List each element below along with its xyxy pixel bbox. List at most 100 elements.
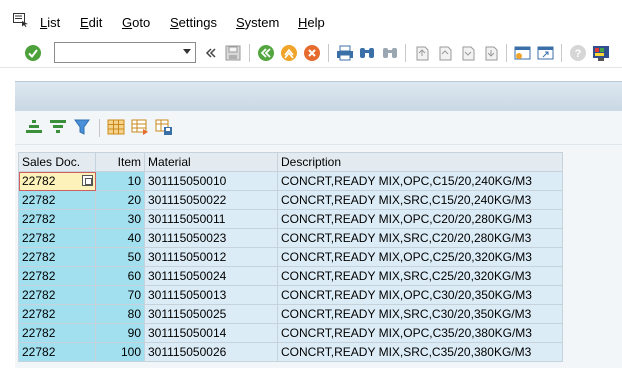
save-icon[interactable]: [224, 44, 242, 62]
item-cell[interactable]: 20: [95, 190, 145, 210]
enter-icon[interactable]: [24, 44, 42, 62]
exit-icon[interactable]: [280, 44, 298, 62]
table-row[interactable]: 22782 80 301115050025 CONCRT,READY MIX,SRC,…: [18, 304, 563, 324]
last-page-icon[interactable]: [482, 44, 500, 62]
item-cell[interactable]: 50: [95, 247, 145, 267]
help-icon[interactable]: ?: [569, 44, 587, 62]
table-row[interactable]: 22782 20 301115050022 CONCRT,READY MIX,SRC,…: [18, 190, 563, 210]
sales-doc-cell[interactable]: 22782: [18, 304, 96, 324]
sales-doc-cell[interactable]: 22782: [18, 190, 96, 210]
menu-list[interactable]: List: [40, 15, 60, 30]
column-header-description[interactable]: Description: [277, 152, 563, 172]
save-layout-icon[interactable]: [155, 119, 173, 135]
material-cell-value: 301115050024: [148, 269, 227, 283]
column-header-sales-doc[interactable]: Sales Doc.: [18, 152, 96, 172]
select-layout-icon[interactable]: [131, 119, 149, 135]
value-help-icon[interactable]: [82, 175, 93, 186]
sort-descending-icon[interactable]: [49, 119, 67, 135]
item-cell[interactable]: 30: [95, 209, 145, 229]
sales-doc-cell[interactable]: 22782: [18, 323, 96, 343]
description-cell[interactable]: CONCRT,READY MIX,SRC,C35/20,380KG/M3: [277, 342, 563, 362]
item-cell[interactable]: 100: [95, 342, 145, 362]
chevron-left-double-icon[interactable]: [202, 44, 220, 62]
first-page-icon[interactable]: [413, 44, 431, 62]
sort-ascending-icon[interactable]: [25, 119, 43, 135]
material-cell[interactable]: 301115050022: [144, 190, 278, 210]
menu-help-accel: H: [298, 15, 308, 30]
item-cell[interactable]: 80: [95, 304, 145, 324]
menu-help[interactable]: Help: [298, 15, 325, 30]
menu-system-label: ystem: [244, 15, 280, 30]
sales-doc-cell[interactable]: 22782: [18, 247, 96, 267]
material-cell[interactable]: 301115050014: [144, 323, 278, 343]
shortcut-icon[interactable]: [537, 44, 555, 62]
item-cell[interactable]: 60: [95, 266, 145, 286]
create-session-icon[interactable]: [514, 44, 532, 62]
menu-edit[interactable]: Edit: [80, 15, 102, 30]
material-cell[interactable]: 301115050023: [144, 228, 278, 248]
table-row[interactable]: 22782 50 301115050012 CONCRT,READY MIX,OPC,…: [18, 247, 563, 267]
sales-doc-cell[interactable]: 22782: [18, 171, 96, 191]
item-cell-value: 60: [127, 269, 141, 283]
left-margin: [0, 69, 15, 368]
item-cell[interactable]: 40: [95, 228, 145, 248]
description-cell[interactable]: CONCRT,READY MIX,OPC,C35/20,380KG/M3: [277, 323, 563, 343]
description-cell-value: CONCRT,READY MIX,SRC,C35/20,380KG/M3: [281, 345, 532, 359]
material-cell[interactable]: 301115050025: [144, 304, 278, 324]
previous-page-icon[interactable]: [436, 44, 454, 62]
sales-doc-cell[interactable]: 22782: [18, 209, 96, 229]
menu-system[interactable]: System: [236, 15, 279, 30]
material-cell[interactable]: 301115050010: [144, 171, 278, 191]
table-row[interactable]: 22782 60 301115050024 CONCRT,READY MIX,SRC,…: [18, 266, 563, 286]
sales-doc-cell[interactable]: 22782: [18, 342, 96, 362]
column-header-material[interactable]: Material: [144, 152, 278, 172]
material-cell-value: 301115050010: [148, 174, 227, 188]
material-cell-value: 301115050013: [148, 288, 227, 302]
next-page-icon[interactable]: [459, 44, 477, 62]
change-layout-icon[interactable]: [107, 119, 125, 135]
material-cell[interactable]: 301115050026: [144, 342, 278, 362]
find-next-icon[interactable]: [381, 44, 399, 62]
item-cell[interactable]: 10: [95, 171, 145, 191]
column-header-item[interactable]: Item: [95, 152, 145, 172]
description-cell[interactable]: CONCRT,READY MIX,SRC,C25/20,320KG/M3: [277, 266, 563, 286]
table-row[interactable]: 22782 40 301115050023 CONCRT,READY MIX,SRC,…: [18, 228, 563, 248]
item-cell-value: 70: [127, 288, 141, 302]
material-cell[interactable]: 301115050024: [144, 266, 278, 286]
description-cell[interactable]: CONCRT,READY MIX,OPC,C25/20,320KG/M3: [277, 247, 563, 267]
description-cell[interactable]: CONCRT,READY MIX,SRC,C15/20,240KG/M3: [277, 190, 563, 210]
table-row[interactable]: 22782 10 301115050010 CONCRT,READY MIX,OPC,…: [18, 171, 563, 191]
customize-layout-icon[interactable]: [592, 44, 610, 62]
description-cell[interactable]: CONCRT,READY MIX,OPC,C15/20,240KG/M3: [277, 171, 563, 191]
filter-icon[interactable]: [73, 119, 91, 135]
cancel-icon[interactable]: [303, 44, 321, 62]
sales-doc-cell[interactable]: 22782: [18, 228, 96, 248]
description-cell[interactable]: CONCRT,READY MIX,SRC,C20/20,280KG/M3: [277, 228, 563, 248]
table-row[interactable]: 22782 70 301115050013 CONCRT,READY MIX,OPC,…: [18, 285, 563, 305]
table-row[interactable]: 22782 90 301115050014 CONCRT,READY MIX,OPC,…: [18, 323, 563, 343]
material-cell[interactable]: 301115050011: [144, 209, 278, 229]
menu-goto-accel: G: [122, 15, 133, 30]
find-icon[interactable]: [358, 44, 376, 62]
material-cell[interactable]: 301115050012: [144, 247, 278, 267]
command-field[interactable]: [54, 42, 196, 63]
description-cell[interactable]: CONCRT,READY MIX,SRC,C30/20,350KG/M3: [277, 304, 563, 324]
description-cell-value: CONCRT,READY MIX,OPC,C30/20,350KG/M3: [281, 288, 532, 302]
sales-doc-cell[interactable]: 22782: [18, 266, 96, 286]
description-cell[interactable]: CONCRT,READY MIX,OPC,C20/20,280KG/M3: [277, 209, 563, 229]
table-row[interactable]: 22782 30 301115050011 CONCRT,READY MIX,OPC,…: [18, 209, 563, 229]
description-cell[interactable]: CONCRT,READY MIX,OPC,C30/20,350KG/M3: [277, 285, 563, 305]
material-cell[interactable]: 301115050013: [144, 285, 278, 305]
back-icon[interactable]: [257, 44, 275, 62]
sales-doc-cell[interactable]: 22782: [18, 285, 96, 305]
menu-goto-label: oto: [132, 15, 151, 30]
table-row[interactable]: 22782 100 301115050026 CONCRT,READY MIX,SRC…: [18, 342, 563, 362]
chevron-down-icon[interactable]: [183, 49, 191, 54]
print-icon[interactable]: [336, 44, 354, 62]
toolbar-separator: [405, 44, 406, 62]
item-cell[interactable]: 90: [95, 323, 145, 343]
menu-goto[interactable]: Goto: [122, 15, 150, 30]
menu-settings[interactable]: Settings: [170, 15, 217, 30]
item-cell[interactable]: 70: [95, 285, 145, 305]
menu-icon[interactable]: [13, 13, 29, 27]
